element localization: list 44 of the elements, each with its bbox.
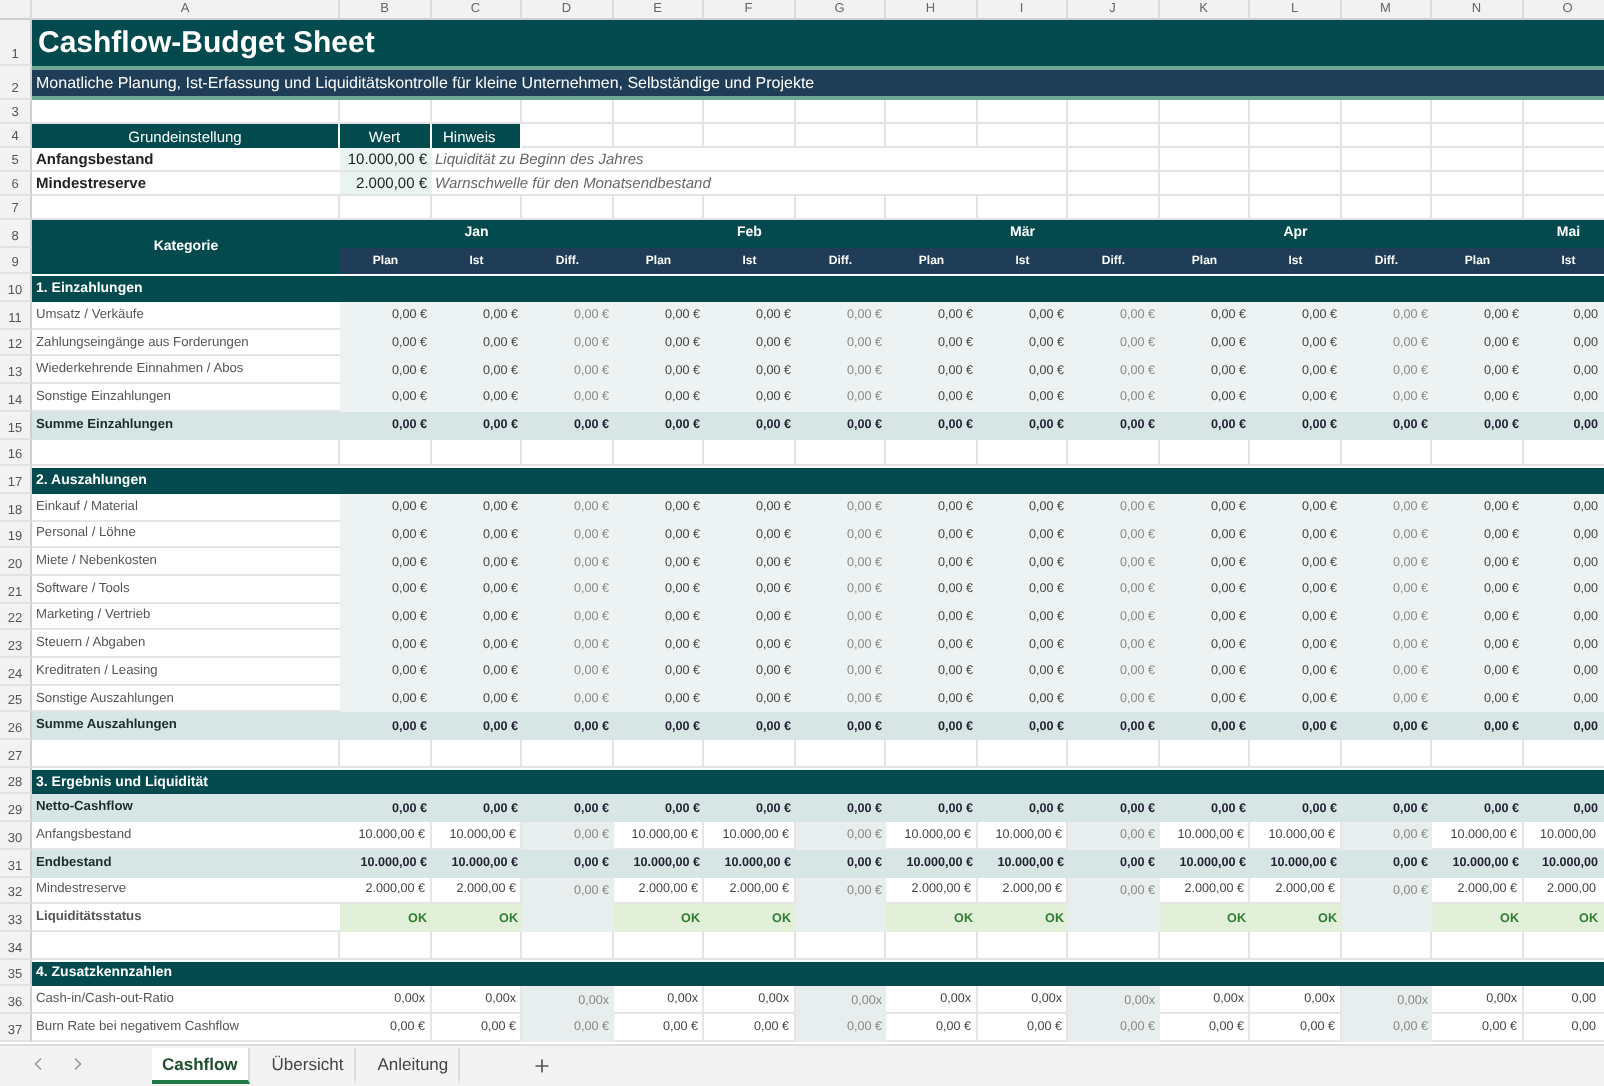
empty-cell — [977, 148, 1068, 172]
empty-cell — [1159, 148, 1250, 172]
sheet-tab[interactable]: Übersicht — [261, 1048, 356, 1084]
empty-cell — [613, 124, 704, 148]
empty-cell — [1432, 172, 1523, 196]
empty-cell — [1250, 100, 1341, 124]
empty-cell — [977, 124, 1068, 148]
empty-cell — [522, 100, 613, 124]
add-sheet-button[interactable] — [532, 1056, 553, 1076]
empty-cell — [1159, 124, 1250, 148]
empty-cell — [1432, 148, 1523, 172]
empty-cell — [1341, 124, 1432, 148]
empty-cell — [1341, 148, 1432, 172]
empty-cell — [1250, 172, 1341, 196]
empty-cell — [795, 124, 886, 148]
empty-cell — [977, 100, 1068, 124]
empty-cell — [704, 124, 795, 148]
empty-cell — [1068, 100, 1159, 124]
empty-cell — [886, 124, 977, 148]
empty-cell — [613, 100, 704, 124]
select-all-corner[interactable] — [0, 0, 32, 20]
empty-cell — [795, 100, 886, 124]
empty-cell — [1341, 100, 1432, 124]
table-cell — [1341, 904, 1432, 932]
empty-cell — [1432, 124, 1523, 148]
table-cell — [522, 904, 613, 932]
empty-cell — [704, 100, 795, 124]
empty-cell — [1250, 148, 1341, 172]
empty-cell — [1159, 172, 1250, 196]
sheet-subtitle: Monatliche Planung, Ist-Erfassung und Liquiditätskontrolle für kleine Unternehmen, Selbständige und Projekte — [32, 66, 1604, 100]
empty-cell — [1068, 172, 1159, 196]
empty-cell — [1341, 172, 1432, 196]
empty-cell — [1068, 148, 1159, 172]
table-cell — [1068, 904, 1159, 932]
empty-cell — [1250, 124, 1341, 148]
empty-cell — [1068, 124, 1159, 148]
empty-cell — [886, 100, 977, 124]
empty-cell — [977, 172, 1068, 196]
sheet-tab[interactable]: Cashflow — [152, 1048, 250, 1084]
empty-cell — [1159, 100, 1250, 124]
sheet-title: Cashflow-Budget Sheet — [32, 20, 1604, 66]
empty-cell — [1432, 100, 1523, 124]
sheet-tab[interactable]: Anleitung — [367, 1048, 461, 1084]
table-cell — [795, 904, 886, 932]
